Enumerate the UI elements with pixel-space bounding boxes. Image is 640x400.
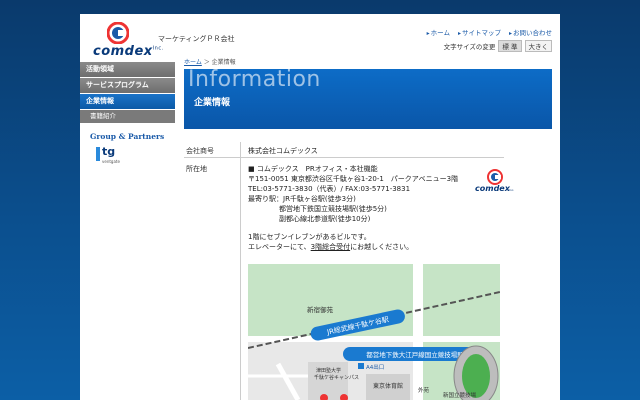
link-contact[interactable]: お問い合わせ [509, 27, 552, 37]
sidebar: 活動領域 サービスプログラム 企業情報 書籍紹介 Group & Partner… [80, 62, 175, 167]
company-tagline: マーケティングＰＲ会社 [158, 35, 235, 43]
office-name: ■ コムデックス PRオフィス・本社機能 [248, 165, 378, 173]
tg-logo-subtext: ventgate [102, 159, 120, 164]
comdex-logo[interactable]: comdexInc. [88, 20, 163, 64]
sidebar-item-activities[interactable]: 活動領域 [80, 62, 175, 78]
access-map[interactable]: JR総武線千駄ケ谷駅 都営地下鉄大江戸線国立競技場駅 新宿御苑 A4出口 津田塾… [248, 264, 500, 400]
font-size-large-button[interactable]: 大きく [524, 40, 552, 52]
map-univ-label-1: 津田塾大学 [316, 367, 341, 374]
company-name-label: 会社商号 [186, 147, 214, 155]
font-size-switcher: 文字サイズの変更 標 準 大きく [444, 40, 552, 52]
svg-text:Inc.: Inc. [509, 188, 514, 192]
link-sitemap[interactable]: サイトマップ [458, 27, 501, 37]
breadcrumb-separator: ＞ [203, 59, 212, 66]
nearest-station-jr: 最寄り駅：JR千駄ヶ谷駅(徒歩3分) [248, 195, 356, 203]
reception-link[interactable]: 3階総合受付 [311, 243, 350, 251]
breadcrumb: ホーム ＞ 企業情報 [184, 57, 236, 66]
sidebar-item-company[interactable]: 企業情報 [80, 94, 175, 110]
comdex-mark-icon [107, 22, 129, 44]
map-stadium-label: 新国立競技場 [443, 391, 477, 399]
hero-title: Information [188, 67, 321, 92]
address-label: 所在地 [186, 165, 207, 173]
tg-bar-icon [96, 147, 100, 161]
map-outer-label: 外苑 [418, 386, 430, 394]
tg-logo-text: tg [102, 145, 116, 158]
map-gym-label: 東京体育館 [373, 382, 403, 390]
top-links: ホーム サイトマップ お問い合わせ [427, 27, 552, 37]
svg-text:comdex: comdex [475, 184, 511, 193]
map-exit-label: A4出口 [366, 363, 384, 371]
company-name-value: 株式会社コムデックス [248, 147, 318, 155]
elevator-note: エレベーターにて、3階総合受付にお越しください。 [248, 243, 414, 251]
sidebar-subitem-books[interactable]: 書籍紹介 [80, 110, 175, 124]
map-exit-marker [358, 363, 364, 369]
comdex-small-logo: comdex Inc. [475, 169, 514, 193]
font-size-label: 文字サイズの変更 [443, 43, 496, 51]
nearest-station-fukutoshin: 副都心線北参道駅(徒歩10分) [279, 215, 371, 223]
sidebar-item-services[interactable]: サービスプログラム [80, 78, 175, 94]
page-container: comdexInc. マーケティングＰＲ会社 ホーム サイトマップ お問い合わせ… [80, 14, 560, 400]
font-size-normal-button[interactable]: 標 準 [498, 40, 522, 52]
map-svg: JR総武線千駄ケ谷駅 都営地下鉄大江戸線国立競技場駅 新宿御苑 A4出口 津田塾… [248, 264, 500, 400]
table-column-divider [240, 142, 241, 400]
map-stadium-inner [462, 354, 490, 398]
tel-fax: TEL:03-5771-3830（代表）/ FAX:03-5771-3831 [248, 185, 411, 193]
map-road-vertical [413, 264, 423, 400]
building-note: 1階にセブンイレブンがあるビルです。 [248, 233, 371, 241]
breadcrumb-home[interactable]: ホーム [184, 59, 202, 66]
partner-logo-tg[interactable]: tg ventgate [96, 145, 134, 167]
map-park-label: 新宿御苑 [307, 305, 334, 314]
map-univ-label-2: 千駄ケ谷キャンパス [314, 374, 359, 381]
table-divider [184, 157, 504, 158]
link-home[interactable]: ホーム [427, 27, 450, 37]
postal-address: 〒151-0051 東京都渋谷区千駄ヶ谷1-20-1 パークアベニュー3階 [248, 175, 459, 183]
map-metro-label: 都営地下鉄大江戸線国立競技場駅 [366, 350, 464, 359]
logo-text: comdexInc. [93, 44, 164, 59]
nearest-station-toei: 都営地下鉄国立競技場駅(徒歩5分) [279, 205, 387, 213]
group-partners-title: Group & Partners [90, 132, 165, 141]
hero-subtitle: 企業情報 [194, 98, 231, 108]
hero-banner: Information 企業情報 [184, 67, 552, 129]
breadcrumb-current: 企業情報 [211, 59, 236, 66]
